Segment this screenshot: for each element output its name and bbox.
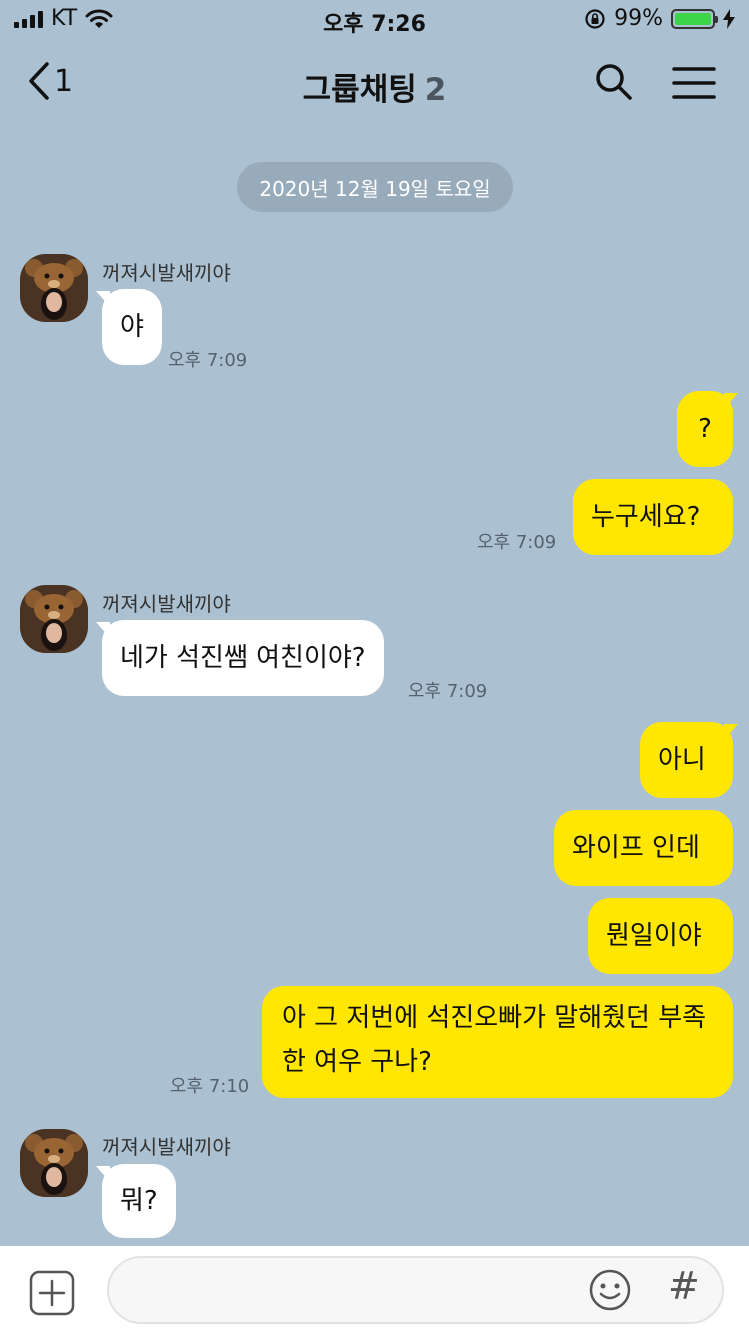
chat-header: 1 그룹채팅 2 xyxy=(0,54,749,114)
message-bubble[interactable]: ? xyxy=(677,391,733,467)
message-bubble[interactable]: 와이프 인데 xyxy=(554,810,733,886)
message-bubble[interactable]: 아니 xyxy=(640,722,733,798)
sender-name: 꺼져시발새끼야 xyxy=(102,592,231,616)
message-input[interactable] xyxy=(133,1274,587,1301)
avatar[interactable] xyxy=(20,1129,88,1197)
battery-icon xyxy=(671,8,718,29)
message-bubble[interactable]: 뭐? xyxy=(102,1164,176,1238)
message-time: 오후 7:10 xyxy=(170,1076,250,1097)
battery-fill xyxy=(675,12,711,25)
chat-title: 그룹채팅 2 xyxy=(0,64,749,109)
menu-icon[interactable] xyxy=(672,66,716,100)
message-bubble[interactable]: 야 xyxy=(102,289,162,365)
hashtag-icon[interactable]: # xyxy=(668,1264,700,1308)
message-bubble[interactable]: 누구세요? xyxy=(573,479,733,555)
avatar-image xyxy=(20,585,88,653)
emoji-icon[interactable] xyxy=(588,1268,632,1312)
avatar-image xyxy=(20,254,88,322)
member-count: 2 xyxy=(424,72,447,108)
message-time: 오후 7:09 xyxy=(477,532,557,553)
charging-bolt-icon xyxy=(723,8,735,29)
message-bubble[interactable]: 아 그 저번에 석진오빠가 말해줬던 부족한 여우 구나? xyxy=(262,986,733,1098)
status-bar: KT 오후 7:26 99% xyxy=(0,0,749,44)
battery-percent: 99% xyxy=(614,6,663,31)
sender-name: 꺼져시발새끼야 xyxy=(102,1135,231,1159)
search-icon[interactable] xyxy=(594,62,634,102)
message-time: 오후 7:09 xyxy=(408,681,488,702)
status-right: 99% xyxy=(584,6,735,31)
sender-name: 꺼져시발새끼야 xyxy=(102,261,231,285)
avatar[interactable] xyxy=(20,585,88,653)
chat-title-text: 그룹채팅 xyxy=(302,72,417,108)
plus-icon[interactable] xyxy=(29,1270,75,1316)
date-divider: 2020년 12월 19일 토요일 xyxy=(237,162,513,212)
message-bubble[interactable]: 네가 석진쌤 여친이야? xyxy=(102,620,384,696)
avatar-image xyxy=(20,1129,88,1197)
message-time: 오후 7:09 xyxy=(168,350,248,371)
message-bubble[interactable]: 뭔일이야 xyxy=(588,898,733,974)
input-bar xyxy=(0,1246,749,1334)
orientation-lock-icon xyxy=(585,8,605,29)
avatar[interactable] xyxy=(20,254,88,322)
